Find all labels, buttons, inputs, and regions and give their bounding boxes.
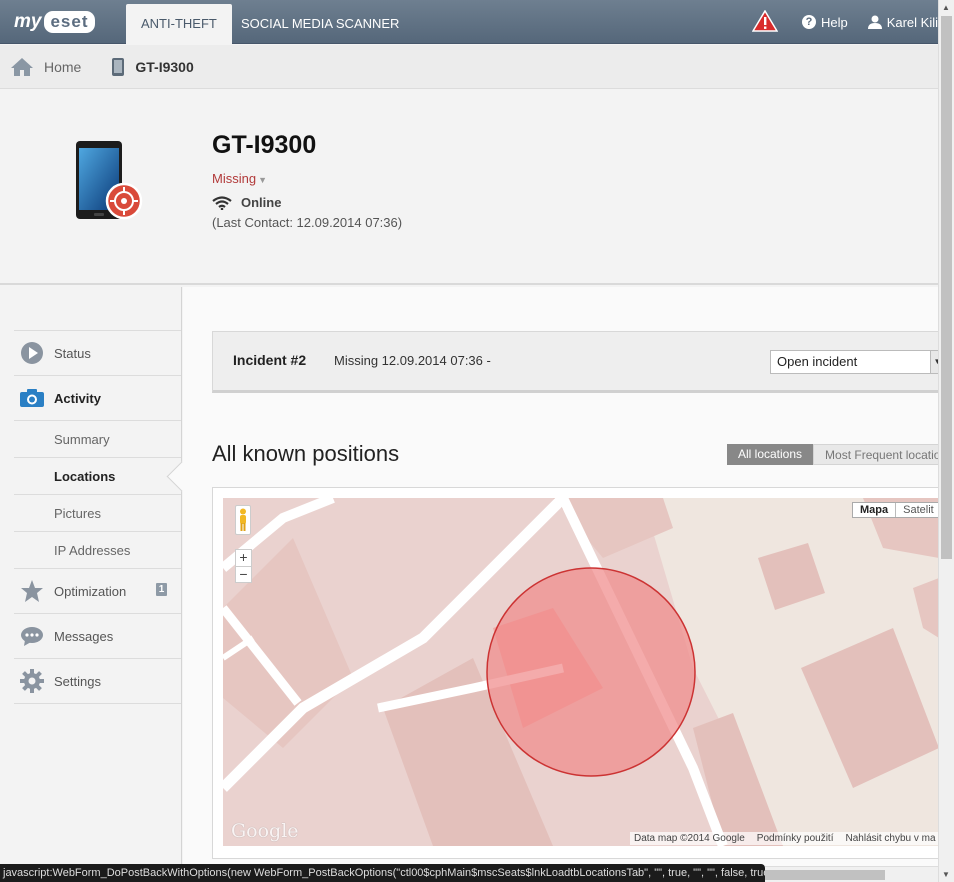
user-name: Karel Kili [886,14,938,30]
zoom-out-button[interactable]: − [236,566,251,582]
sidebar-item-locations[interactable]: Locations [14,458,181,495]
phone-icon [112,57,125,76]
connection-label: Online [241,195,282,210]
map-zoom-control: + − [235,549,252,583]
map-type-satellite-button[interactable]: Satelit [896,503,939,517]
scroll-down-icon[interactable]: ▼ [942,870,950,879]
sidebar-item-optimization[interactable]: Optimization 1 [14,569,181,614]
incident-panel: Incident #2 Missing 12.09.2014 07:36 - O… [212,331,945,393]
top-right-controls: ? Help Karel Kili [751,0,938,44]
device-header: GT-I9300 Missing ▼ Online (Last Contact: … [0,89,938,285]
breadcrumb-device[interactable]: GT-I9300 [111,57,194,77]
map-tiles [223,498,939,846]
map-footer: Data map ©2014 Google Podmínky použití N… [630,832,939,845]
gear-icon [19,669,45,693]
user-menu[interactable]: Karel Kili [867,14,938,30]
chevron-down-icon: ▼ [258,175,267,185]
map-data-attribution: Data map ©2014 Google [634,833,745,844]
sidebar-item-label: Settings [54,673,101,689]
location-map[interactable]: + − Mapa Satelit Google Data map ©2014 G… [223,498,939,846]
last-contact: (Last Contact: 12.09.2014 07:36) [212,215,403,230]
logo-my-text: my [14,11,42,32]
help-icon: ? [801,15,816,29]
user-icon [867,15,882,29]
incident-select-value: Open incident [777,354,858,369]
horizontal-scrollbar[interactable] [765,866,938,882]
logo-eset-text: eset [44,11,95,33]
sidebar-menu: Status Activity Summary Locations Pictur… [14,330,181,704]
sidebar-item-label: Status [54,345,91,361]
sidebar-item-ip-addresses[interactable]: IP Addresses [14,532,181,569]
device-image [76,141,144,228]
device-status-dropdown[interactable]: Missing ▼ [212,171,267,186]
horizontal-scrollbar-thumb[interactable] [765,870,885,880]
sidebar-item-label: Messages [54,628,114,644]
star-icon [19,579,45,603]
street-view-pegman-icon[interactable] [235,505,251,535]
scrollbar-thumb[interactable] [941,16,952,559]
map-type-map-button[interactable]: Mapa [853,503,897,517]
map-type-control: Mapa Satelit [852,502,939,518]
home-icon [11,57,33,76]
eset-logo[interactable]: my eset [14,9,95,35]
breadcrumb: Home GT-I9300 [0,45,938,89]
page-title: All known positions [212,441,400,466]
smartphone-icon [76,141,143,220]
breadcrumb-home[interactable]: Home [10,57,81,77]
map-terms-link[interactable]: Podmínky použití [757,833,834,844]
incident-description: Missing 12.09.2014 07:36 - [334,353,491,368]
help-link[interactable]: ? Help [801,14,848,30]
sidebar-item-pictures[interactable]: Pictures [14,495,181,532]
device-name: GT-I9300 [212,131,317,159]
all-locations-button[interactable]: All locations [727,444,814,465]
map-report-error-link[interactable]: Nahlásit chybu v ma [846,833,936,844]
device-status-label: Missing [212,171,257,186]
sidebar-item-summary[interactable]: Summary [14,421,181,458]
camera-icon [19,388,45,408]
zoom-in-button[interactable]: + [236,550,251,566]
sidebar-item-label: Optimization [54,583,127,599]
breadcrumb-home-label: Home [44,58,82,75]
device-connection: Online [212,195,281,210]
chat-icon [19,626,45,646]
notification-badge: 1 [156,583,167,596]
sidebar-item-messages[interactable]: Messages [14,614,181,659]
sidebar: Status Activity Summary Locations Pictur… [0,287,182,882]
most-frequent-locations-button[interactable]: Most Frequent locatio [813,444,953,465]
sidebar-item-status[interactable]: Status [14,331,181,376]
vertical-scrollbar[interactable]: ▲ ▼ [938,0,954,882]
tab-social-media-scanner[interactable]: SOCIAL MEDIA SCANNER [226,4,414,45]
sidebar-item-activity[interactable]: Activity [14,376,181,421]
tab-anti-theft[interactable]: ANTI-THEFT [126,4,232,46]
breadcrumb-device-label: GT-I9300 [135,58,194,75]
incident-title: Incident #2 [233,352,307,368]
warning-icon[interactable] [751,9,779,35]
google-logo: Google [231,820,299,842]
map-frame: + − Mapa Satelit Google Data map ©2014 G… [212,487,942,859]
play-icon [19,341,45,365]
wifi-icon [212,195,232,210]
incident-action-select[interactable]: Open incident ▼ [770,350,945,374]
sidebar-item-label: Activity [54,390,101,406]
top-bar: my eset ANTI-THEFT SOCIAL MEDIA SCANNER … [0,0,938,46]
location-filter-toggle: All locations Most Frequent locatio [727,444,953,465]
help-label: Help [820,14,848,30]
sidebar-item-settings[interactable]: Settings [14,659,181,704]
browser-status-bar: javascript:WebForm_DoPostBackWithOptions… [0,864,765,882]
main-content: Incident #2 Missing 12.09.2014 07:36 - O… [183,287,953,882]
scroll-up-icon[interactable]: ▲ [942,3,950,12]
